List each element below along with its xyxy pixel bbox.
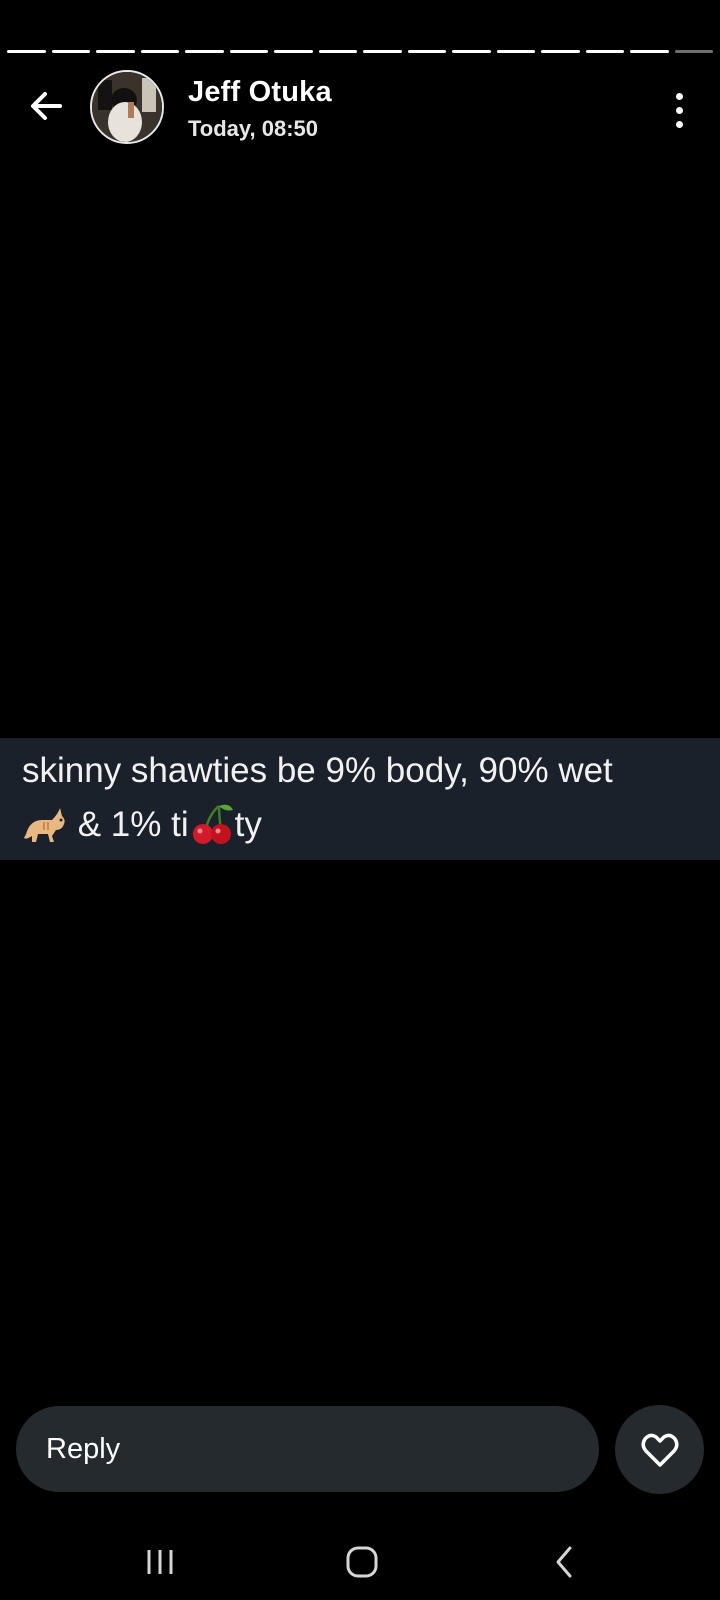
reply-placeholder: Reply (46, 1433, 121, 1465)
more-dot (675, 120, 683, 128)
story-text-line-1: skinny shawties be 9% body, 90% wet (22, 751, 613, 790)
progress-segment (140, 50, 179, 53)
progress-segment (630, 50, 669, 53)
more-dot (675, 106, 683, 114)
progress-segment (363, 50, 402, 53)
progress-segment (452, 50, 491, 53)
story-text-line-2a: & 1% ti (77, 805, 189, 844)
cherries-emoji-icon (192, 804, 233, 844)
progress-segment (407, 50, 446, 53)
home-button[interactable] (332, 1534, 392, 1590)
progress-segment (541, 50, 580, 53)
story-text-line-2b: ty (234, 805, 262, 844)
progress-segment (585, 50, 624, 53)
progress-segment (185, 50, 224, 53)
recents-button[interactable] (130, 1534, 190, 1590)
home-icon (346, 1546, 378, 1578)
progress-segment (229, 50, 268, 53)
progress-segment (496, 50, 535, 53)
user-name[interactable]: Jeff Otuka (188, 76, 332, 109)
progress-segment-current (674, 50, 713, 53)
nav-back-icon (556, 1546, 572, 1578)
avatar[interactable] (90, 70, 164, 144)
progress-segment (274, 50, 313, 53)
reply-input[interactable]: Reply (16, 1406, 599, 1492)
story-header: Jeff Otuka Today, 08:50 (0, 68, 720, 144)
nav-back-button[interactable] (534, 1534, 594, 1590)
story-timestamp: Today, 08:50 (188, 116, 319, 141)
recents-icon (147, 1550, 173, 1574)
back-arrow-icon (31, 92, 62, 120)
story-progress-bar (7, 50, 713, 54)
heart-outline-icon (641, 1433, 678, 1467)
progress-segment (51, 50, 90, 53)
progress-segment (7, 50, 46, 53)
back-button[interactable] (24, 84, 68, 128)
avatar-photo (92, 72, 162, 142)
progress-segment (96, 50, 135, 53)
progress-segment (318, 50, 357, 53)
more-vertical-icon (675, 92, 683, 100)
like-button[interactable] (615, 1405, 704, 1494)
more-options-button[interactable] (664, 88, 694, 132)
story-text-line-2: & 1% ti ty (22, 798, 712, 852)
story-text: skinny shawties be 9% body, 90% wet & 1%… (22, 744, 712, 852)
system-navigation-bar (0, 1520, 720, 1600)
cat-emoji-icon (24, 808, 65, 842)
